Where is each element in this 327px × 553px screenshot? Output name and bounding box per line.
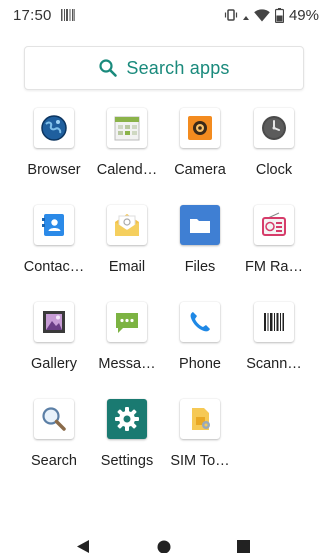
app-phone[interactable]: Phone [160, 294, 240, 384]
browser-icon [34, 108, 74, 148]
data-arrows-icon [242, 16, 249, 20]
app-gallery[interactable]: Gallery [14, 294, 94, 384]
navigation-bar [0, 530, 327, 553]
clock-icon [254, 108, 294, 148]
recents-icon[interactable] [237, 540, 250, 553]
search-apps-box[interactable]: Search apps [24, 46, 304, 90]
app-label: SIM To… [170, 453, 230, 469]
app-label: Settings [100, 453, 154, 469]
messaging-icon [107, 302, 147, 342]
app-label: Gallery [31, 356, 77, 372]
app-contacts[interactable]: Contac… [14, 197, 94, 287]
app-label: Calend… [96, 162, 158, 178]
search-app-icon [34, 399, 74, 439]
app-search[interactable]: Search [14, 391, 94, 481]
camera-icon [180, 108, 220, 148]
app-label: Email [108, 259, 146, 275]
app-camera[interactable]: Camera [160, 100, 240, 190]
app-label: FM Ra… [245, 259, 303, 275]
settings-icon [107, 399, 147, 439]
sim-toolkit-icon [180, 399, 220, 439]
app-label: Phone [179, 356, 221, 372]
barcode-notification-icon [61, 9, 75, 21]
app-label: Camera [174, 162, 226, 178]
app-label: Scann… [246, 356, 302, 372]
search-icon [99, 59, 118, 77]
app-fm-radio[interactable]: FM Ra… [234, 197, 314, 287]
files-icon [180, 205, 220, 245]
phone-icon [180, 302, 220, 342]
home-icon[interactable] [157, 540, 171, 553]
app-label: Messa… [98, 356, 156, 372]
app-email[interactable]: Email [87, 197, 167, 287]
battery-percent: 49% [288, 6, 319, 24]
battery-icon [274, 7, 284, 23]
app-sim-toolkit[interactable]: SIM To… [160, 391, 240, 481]
status-time: 17:50 [13, 7, 52, 24]
scanner-icon [254, 302, 294, 342]
app-calendar[interactable]: Calend… [87, 100, 167, 190]
gallery-icon [34, 302, 74, 342]
app-settings[interactable]: Settings [87, 391, 167, 481]
vibrate-icon [224, 9, 238, 21]
app-label: Clock [255, 162, 293, 178]
app-label: Files [184, 259, 216, 275]
app-label: Contac… [23, 259, 85, 275]
wifi-icon [254, 8, 270, 21]
app-browser[interactable]: Browser [14, 100, 94, 190]
fm-radio-icon [254, 205, 294, 245]
app-label: Browser [27, 162, 81, 178]
contacts-icon [34, 205, 74, 245]
status-bar: 17:50 49% [0, 0, 327, 32]
calendar-icon [107, 108, 147, 148]
app-scanner[interactable]: Scann… [234, 294, 314, 384]
email-icon [107, 205, 147, 245]
status-indicators: 49% [224, 6, 319, 24]
app-clock[interactable]: Clock [234, 100, 314, 190]
app-label: Search [31, 453, 77, 469]
app-messaging[interactable]: Messa… [87, 294, 167, 384]
back-icon[interactable] [76, 540, 90, 553]
search-apps-label: Search apps [126, 57, 230, 78]
app-files[interactable]: Files [160, 197, 240, 287]
